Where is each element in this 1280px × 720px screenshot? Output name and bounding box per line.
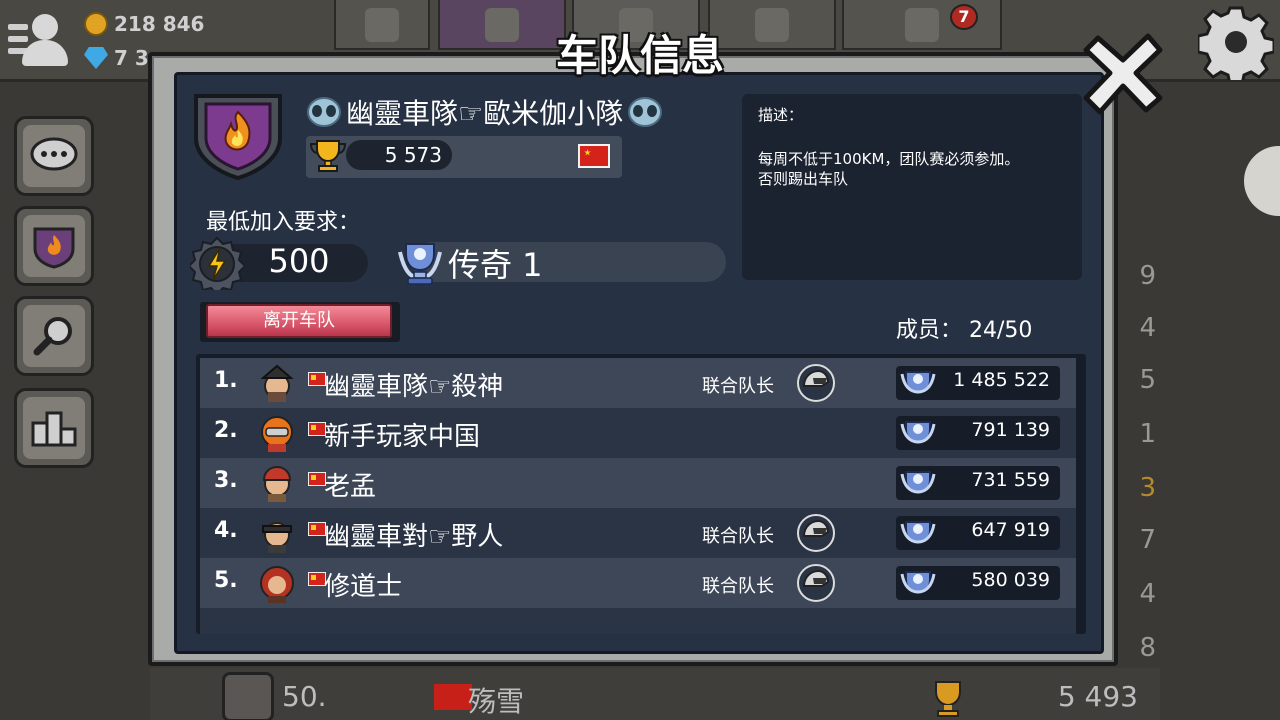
legend-cup-icon — [900, 471, 936, 495]
description-label: 描述： — [758, 106, 804, 124]
china-flag-icon — [434, 684, 472, 710]
member-score: 647 919 — [971, 519, 1050, 541]
red-helmet-avatar-icon — [260, 566, 294, 603]
member-name[interactable]: 修道士 — [324, 566, 402, 603]
member-name[interactable]: 幽靈車對☞野人 — [324, 516, 503, 553]
member-role: 联合队长 — [702, 526, 774, 547]
league-requirement-value: 传奇 1 — [448, 246, 543, 284]
description-text-line-2: 否则踢出车队 — [758, 170, 849, 188]
power-requirement-value: 500 — [268, 242, 330, 280]
member-score: 1 485 522 — [953, 369, 1050, 391]
magnifier-icon — [33, 317, 72, 356]
co-leader-helmet-icon — [797, 364, 835, 402]
alien-icon — [307, 97, 341, 127]
team-badge-icon — [222, 672, 274, 720]
requirements-label: 最低加入要求： — [206, 210, 361, 235]
bg-number: 8 — [1139, 633, 1156, 663]
bg-number: 5 — [1139, 365, 1156, 395]
member-row[interactable]: 3. 老孟 731 559 — [200, 458, 1076, 508]
search-button[interactable] — [14, 296, 94, 376]
close-icon[interactable] — [1080, 30, 1166, 116]
members-count: 成员： 24/50 — [896, 318, 1033, 343]
bg-player-name: 殇雪 — [468, 685, 525, 718]
member-rank: 4. — [214, 518, 238, 543]
legend-league-icon — [398, 243, 442, 285]
bg-rank: 50. — [282, 680, 327, 713]
chat-button[interactable] — [14, 116, 94, 196]
description-box: 描述： 每周不低于100KM，团队赛必须参加。 否则踢出车队 — [742, 94, 1082, 280]
team-trophy-bar: 5 573 — [306, 136, 622, 178]
trophy-icon — [309, 140, 347, 172]
background-side-button — [1244, 146, 1280, 216]
leave-team-button[interactable]: 离开车队 — [200, 302, 400, 342]
legend-cup-icon — [900, 521, 936, 545]
member-row-partial[interactable] — [200, 608, 1076, 634]
member-list[interactable]: 1. 幽靈車隊☞殺神 联合队长 1 485 522 2. 新手玩家中国 791 … — [196, 354, 1086, 634]
pirate-avatar-icon — [260, 364, 294, 402]
member-rank: 2. — [214, 418, 238, 443]
china-flag-icon — [578, 144, 610, 168]
officer-avatar-icon — [262, 522, 292, 553]
member-score: 580 039 — [971, 569, 1050, 591]
bg-number: 4 — [1139, 313, 1156, 343]
team-trophy-count: 5 573 — [346, 140, 452, 170]
bg-number: 7 — [1139, 525, 1156, 555]
member-name[interactable]: 新手玩家中国 — [324, 416, 480, 453]
member-name[interactable]: 幽靈車隊☞殺神 — [324, 366, 503, 403]
alien-icon — [628, 97, 663, 127]
leaderboard-button[interactable] — [14, 388, 94, 468]
member-name[interactable]: 老孟 — [324, 466, 376, 503]
member-rank: 5. — [214, 568, 238, 593]
bg-number: 3 — [1139, 473, 1156, 503]
lightning-icon — [190, 236, 244, 290]
racer-helmet-avatar-icon — [261, 416, 293, 452]
bg-number: 9 — [1139, 261, 1156, 291]
team-shield-icon — [33, 227, 75, 269]
leave-team-label: 离开车队 — [206, 304, 392, 338]
co-leader-helmet-icon — [797, 564, 835, 602]
member-row[interactable]: 2. 新手玩家中国 791 139 — [200, 408, 1076, 458]
background-own-row: 50. 殇雪 5 493 — [150, 668, 1160, 720]
red-cap-avatar-icon — [262, 465, 292, 502]
bg-number: 4 — [1139, 579, 1156, 609]
bg-number: 1 — [1139, 419, 1156, 449]
co-leader-helmet-icon — [797, 514, 835, 552]
team-name-text: 幽靈車隊☞歐米伽小隊 — [346, 97, 624, 130]
member-role: 联合队长 — [702, 376, 774, 397]
member-row[interactable]: 1. 幽靈車隊☞殺神 联合队长 1 485 522 — [200, 358, 1076, 408]
member-role: 联合队长 — [702, 576, 774, 597]
team-button[interactable] — [14, 206, 94, 286]
podium-icon — [31, 411, 77, 447]
legend-cup-icon — [900, 421, 936, 445]
description-text-line-1: 每周不低于100KM，团队赛必须参加。 — [758, 150, 1020, 168]
team-name: 幽靈車隊☞歐米伽小隊 — [306, 92, 663, 132]
legend-cup-icon — [900, 371, 936, 395]
member-score: 791 139 — [971, 419, 1050, 441]
chat-bubble-icon — [30, 137, 78, 171]
team-crest-icon — [194, 94, 282, 180]
legend-cup-icon — [900, 571, 936, 595]
member-rank: 1. — [214, 368, 238, 393]
member-rank: 3. — [214, 468, 238, 493]
bg-score: 5 493 — [1057, 680, 1138, 713]
member-row[interactable]: 5. 修道士 联合队长 580 039 — [200, 558, 1076, 608]
member-score: 731 559 — [971, 469, 1050, 491]
trophy-icon — [935, 681, 961, 717]
member-row[interactable]: 4. 幽靈車對☞野人 联合队长 647 919 — [200, 508, 1076, 558]
